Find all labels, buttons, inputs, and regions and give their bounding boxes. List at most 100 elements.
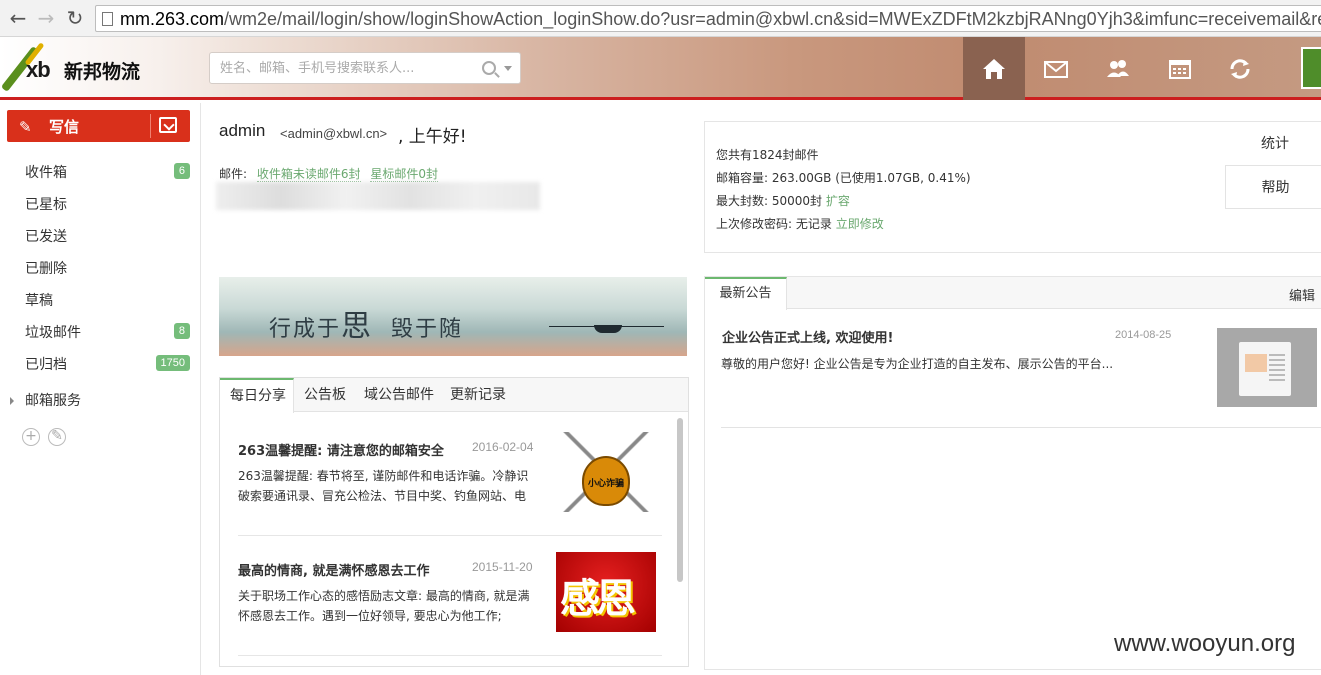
folder-inbox[interactable]: 收件箱 6 [0, 155, 200, 187]
folder-archived[interactable]: 已归档 1750 [0, 347, 200, 379]
money-bag-icon: 小心诈骗 [582, 456, 630, 506]
announcement-panel: 最新公告 编辑 企业公告正式上线, 欢迎使用! 2014-08-25 尊敬的用户… [704, 276, 1321, 670]
contact-search[interactable] [209, 52, 521, 84]
add-folder-icon[interactable]: + [22, 428, 40, 446]
watermark-text: www.wooyun.org [1114, 630, 1296, 657]
notice-date: 2014-08-25 [1115, 329, 1172, 341]
chevron-down-icon[interactable] [504, 66, 512, 71]
article-title[interactable]: 263温馨提醒: 请注意您的邮箱安全 [238, 440, 478, 459]
total-mail-count: 您共有1824封邮件 [716, 148, 819, 162]
contacts-nav-button[interactable] [1087, 37, 1149, 100]
back-icon[interactable]: ← [6, 6, 30, 30]
folder-label: 草稿 [25, 293, 53, 309]
max-mail-count: 最大封数: 50000封 [716, 194, 823, 208]
compose-button[interactable]: ✎ 写信 [7, 110, 190, 142]
folder-starred[interactable]: 已星标 [0, 187, 200, 219]
scrollbar[interactable] [677, 418, 683, 582]
user-email: <admin@xbwl.cn> [280, 126, 388, 141]
unread-badge: 8 [173, 323, 190, 339]
folder-label: 已发送 [25, 229, 67, 245]
avatar[interactable] [1301, 47, 1321, 89]
list-item[interactable]: 最高的情商, 就是满怀感恩去工作 2015-11-20 关于职场工作心态的感悟励… [238, 536, 662, 656]
logo-name: 新邦物流 [64, 61, 141, 83]
app-header: xb 新邦物流 [0, 37, 1321, 100]
folder-label: 收件箱 [25, 165, 67, 181]
home-icon [983, 58, 1005, 79]
sync-nav-button[interactable] [1209, 37, 1271, 100]
contacts-icon [1107, 59, 1129, 77]
article-date: 2015-11-20 [472, 560, 533, 574]
starred-mail-link[interactable]: 星标邮件0封 [370, 167, 438, 182]
folder-spam[interactable]: 垃圾邮件 8 [0, 315, 200, 347]
list-item[interactable]: 263温馨提醒: 请注意您的邮箱安全 2016-02-04 263温馨提醒: 春… [238, 416, 662, 536]
notice-summary: 尊敬的用户您好! 企业公告是专为企业打造的自主发布、展示公告的平台... [721, 357, 1114, 371]
calendar-nav-button[interactable] [1149, 37, 1211, 100]
chevron-right-icon[interactable] [10, 397, 14, 405]
folder-mail-services[interactable]: 邮箱服务 [0, 383, 200, 415]
article-title[interactable]: 最高的情商, 就是满怀感恩去工作 [238, 560, 478, 579]
tab-latest-notice[interactable]: 最新公告 [705, 277, 787, 310]
banner-slogan: 行成于思 毁于随 [269, 301, 463, 345]
folder-sent[interactable]: 已发送 [0, 219, 200, 251]
reload-icon[interactable]: ↻ [63, 6, 87, 30]
unread-badge: 6 [173, 163, 190, 179]
mail-nav-button[interactable] [1025, 37, 1087, 100]
mail-icon [1044, 60, 1068, 78]
unread-badge: 1750 [155, 355, 190, 371]
expand-link[interactable]: 扩容 [826, 194, 850, 208]
company-logo[interactable]: xb 新邦物流 [0, 41, 168, 96]
search-icon[interactable] [482, 61, 496, 75]
folder-label: 邮箱服务 [25, 393, 81, 409]
blurred-info [216, 182, 540, 210]
article-thumbnail[interactable]: 感恩 [556, 552, 656, 632]
thumbnail-caption: 小心诈骗 [588, 479, 625, 489]
home-nav-button[interactable] [963, 37, 1025, 100]
tab-daily-share[interactable]: 每日分享 [220, 378, 294, 413]
address-bar[interactable]: mm.263.com/wm2e/mail/login/show/loginSho… [95, 5, 1321, 32]
mailbox-stats: 您共有1824封邮件 邮箱容量: 263.00GB (已使用1.07GB, 0.… [704, 121, 1321, 253]
article-summary: 关于职场工作心态的感悟励志文章: 最高的情商, 就是满怀感恩去工作。遇到一位好领… [238, 589, 530, 623]
max-count-row: 最大封数: 50000封 扩容 [716, 192, 850, 209]
notice-title[interactable]: 企业公告正式上线, 欢迎使用! [722, 327, 893, 346]
receive-mail-icon[interactable] [159, 117, 177, 133]
folder-label: 已星标 [25, 197, 67, 213]
mail-summary: 邮件: 收件箱未读邮件6封 星标邮件0封 [219, 165, 438, 182]
unread-mail-link[interactable]: 收件箱未读邮件6封 [256, 167, 361, 182]
tab-bulletin[interactable]: 公告板 [304, 378, 346, 412]
divider [721, 427, 1321, 428]
user-name: admin [219, 121, 266, 140]
browser-toolbar: ← → ↻ mm.263.com/wm2e/mail/login/show/lo… [0, 0, 1321, 37]
notice-thumbnail[interactable] [1217, 328, 1317, 407]
mail-summary-label: 邮件: [219, 167, 248, 181]
stats-button[interactable]: 统计 [1225, 122, 1321, 166]
search-input[interactable] [220, 57, 470, 79]
compose-divider [150, 114, 151, 138]
banner-text-big: 思 [341, 309, 374, 344]
article-date: 2016-02-04 [472, 440, 534, 454]
announcement-tab-bar: 最新公告 编辑 [705, 277, 1321, 310]
greeting-text: , 上午好! [398, 127, 467, 147]
promo-banner[interactable]: 行成于思 毁于随 [219, 277, 687, 356]
page-icon [102, 12, 113, 26]
article-summary: 263温馨提醒: 春节将至, 谨防邮件和电话诈骗。冷静识破索要通讯录、冒充公检法… [238, 469, 529, 503]
logo-mark: xb [26, 57, 51, 82]
last-password-change: 上次修改密码: 无记录 [716, 217, 832, 231]
folder-label: 已归档 [25, 357, 67, 373]
change-password-link[interactable]: 立即修改 [836, 217, 884, 231]
forward-icon[interactable]: → [34, 6, 58, 30]
banner-text-a: 行成于 [269, 317, 342, 342]
help-button[interactable]: 帮助 [1225, 165, 1321, 209]
compose-label: 写信 [49, 118, 80, 136]
mailbox-capacity: 邮箱容量: 263.00GB (已使用1.07GB, 0.41%) [716, 171, 971, 185]
rowboat-image [549, 317, 664, 335]
tab-domain-notice[interactable]: 域公告邮件 [364, 378, 434, 412]
edit-button[interactable]: 编辑 [1289, 285, 1315, 304]
sidebar: ✎ 写信 收件箱 6 已星标 已发送 已删除 草稿 垃圾邮件 8 已归档 175… [0, 103, 201, 675]
article-thumbnail[interactable]: 小心诈骗 [556, 432, 656, 512]
tab-changelog[interactable]: 更新记录 [450, 378, 506, 412]
thumbnail-caption: 感恩 [560, 576, 636, 622]
document-icon [1239, 342, 1291, 396]
settings-wrench-icon[interactable]: ✎ [48, 428, 66, 446]
folder-drafts[interactable]: 草稿 [0, 283, 200, 315]
folder-deleted[interactable]: 已删除 [0, 251, 200, 283]
